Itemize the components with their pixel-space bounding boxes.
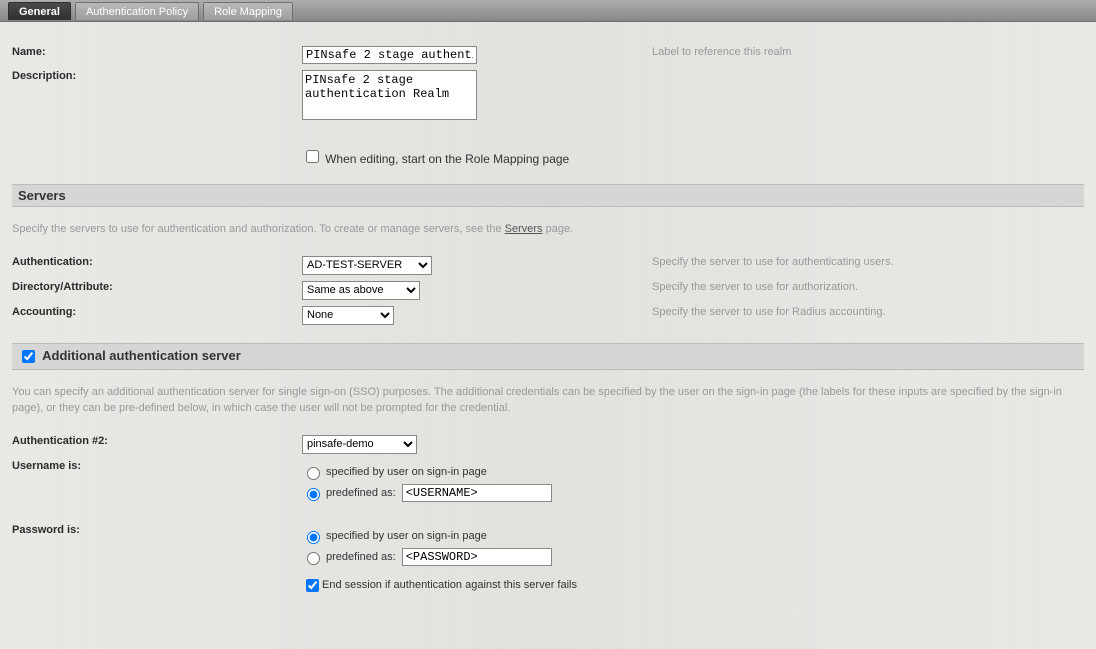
servers-desc: Specify the servers to use for authentic… — [12, 221, 1078, 238]
accounting-select[interactable]: None — [302, 306, 394, 325]
tab-general[interactable]: General — [8, 2, 71, 20]
password-predefined-radio[interactable] — [307, 552, 320, 565]
servers-header: Servers — [12, 184, 1084, 207]
end-session-checkbox[interactable] — [306, 579, 319, 592]
name-hint: Label to reference this realm — [652, 46, 1084, 58]
auth2-select[interactable]: pinsafe-demo — [302, 435, 417, 454]
username-is-label: Username is: — [12, 460, 302, 472]
password-specified-radio[interactable] — [307, 531, 320, 544]
directory-label: Directory/Attribute: — [12, 281, 302, 293]
auth2-label: Authentication #2: — [12, 435, 302, 447]
username-predefined-radio[interactable] — [307, 488, 320, 501]
tab-auth-policy[interactable]: Authentication Policy — [75, 2, 199, 20]
name-input[interactable] — [302, 46, 477, 64]
authentication-label: Authentication: — [12, 256, 302, 268]
password-is-label: Password is: — [12, 524, 302, 536]
start-role-mapping-checkbox[interactable] — [306, 150, 319, 163]
password-predefined-input[interactable] — [402, 548, 552, 566]
description-textarea[interactable]: PINsafe 2 stage authentication Realm — [302, 70, 477, 120]
tab-role-mapping[interactable]: Role Mapping — [203, 2, 293, 20]
directory-select[interactable]: Same as above — [302, 281, 420, 300]
tabs-strip: General Authentication Policy Role Mappi… — [0, 0, 1096, 22]
password-specified-label: specified by user on sign-in page — [326, 530, 487, 542]
username-predefined-label: predefined as: — [326, 487, 396, 499]
password-predefined-label: predefined as: — [326, 551, 396, 563]
accounting-hint: Specify the server to use for Radius acc… — [652, 306, 1084, 318]
accounting-label: Accounting: — [12, 306, 302, 318]
description-label: Description: — [12, 70, 302, 82]
authentication-hint: Specify the server to use for authentica… — [652, 256, 1084, 268]
additional-auth-header: Additional authentication server — [12, 343, 1084, 370]
username-predefined-input[interactable] — [402, 484, 552, 502]
additional-desc: You can specify an additional authentica… — [12, 384, 1078, 417]
username-specified-label: specified by user on sign-in page — [326, 466, 487, 478]
authentication-select[interactable]: AD-TEST-SERVER — [302, 256, 432, 275]
servers-link[interactable]: Servers — [505, 223, 543, 235]
username-specified-radio[interactable] — [307, 467, 320, 480]
directory-hint: Specify the server to use for authorizat… — [652, 281, 1084, 293]
name-label: Name: — [12, 46, 302, 58]
start-role-mapping-label: When editing, start on the Role Mapping … — [325, 152, 569, 166]
additional-auth-checkbox[interactable] — [22, 350, 35, 363]
end-session-label: End session if authentication against th… — [322, 579, 577, 591]
